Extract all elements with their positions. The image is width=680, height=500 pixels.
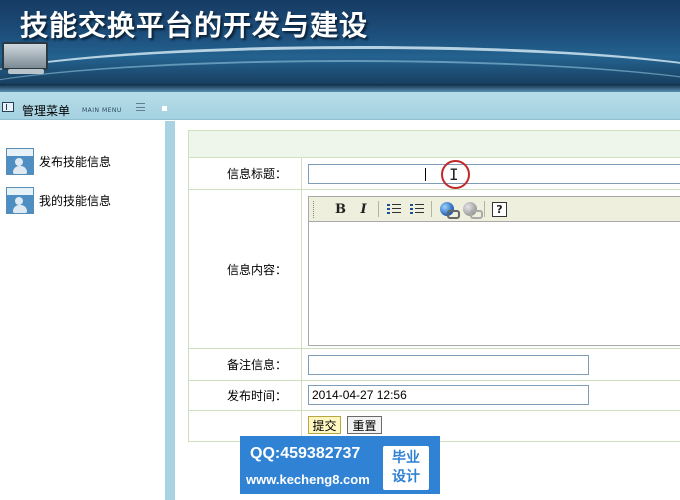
bold-button[interactable]: B <box>331 200 350 219</box>
sidebar-item-my-skills[interactable]: 我的技能信息 <box>6 186 156 214</box>
note-label: 备注信息： <box>189 349 302 380</box>
publish-form: 信息标题： 信息内容： B I ? 备注信息： 发布时间： 2014-04-27… <box>188 130 680 442</box>
form-row-title: 信息标题： <box>189 158 680 190</box>
sidebar-divider <box>165 121 175 500</box>
menu-lines-icon <box>136 103 145 111</box>
menu-bar: 管理菜单 MAIN MENU <box>0 92 680 120</box>
sidebar-item-label: 发布技能信息 <box>39 154 112 169</box>
form-row-time: 发布时间： 2014-04-27 12:56 <box>189 381 680 411</box>
italic-button[interactable]: I <box>354 200 373 219</box>
time-cell: 2014-04-27 12:56 <box>303 381 680 410</box>
text-caret <box>425 168 426 181</box>
time-label: 发布时间： <box>189 381 302 410</box>
submit-button[interactable]: 提交 <box>308 416 341 434</box>
watermark-qq: QQ:459382737 <box>250 445 361 462</box>
reset-button[interactable]: 重置 <box>347 416 382 434</box>
watermark-url: www.kecheng8.com <box>246 472 370 487</box>
banner-strip <box>0 84 680 92</box>
site-title: 技能交换平台的开发与建设 <box>20 9 369 42</box>
content-label: 信息内容： <box>189 190 302 348</box>
form-row-content: 信息内容： B I ? <box>189 190 680 349</box>
toolbar-separator <box>378 201 379 217</box>
sidebar-item-publish-skill[interactable]: 发布技能信息 <box>6 147 156 175</box>
watermark-badge-line1: 毕业 <box>392 450 420 466</box>
help-icon: ? <box>492 201 507 217</box>
monitor-icon <box>2 42 48 70</box>
watermark-badge: 毕业 设计 <box>383 446 429 490</box>
bulleted-list-icon <box>409 203 424 215</box>
note-cell <box>303 349 680 380</box>
menu-title: 管理菜单 <box>22 104 71 118</box>
toolbar-separator <box>484 201 485 217</box>
watermark: QQ:459382737 www.kecheng8.com 毕业 设计 <box>240 436 440 494</box>
rich-text-editor: B I ? <box>308 196 680 346</box>
watermark-badge-line2: 设计 <box>392 469 420 485</box>
user-icon <box>6 186 34 214</box>
title-label: 信息标题： <box>189 158 302 189</box>
note-input[interactable] <box>308 355 589 375</box>
bulleted-list-button[interactable] <box>407 200 426 219</box>
user-icon <box>6 147 34 175</box>
header-banner: 技能交换平台的开发与建设 <box>0 0 680 92</box>
editor-text-area[interactable] <box>309 222 680 345</box>
numbered-list-icon <box>386 203 401 215</box>
menu-square-icon <box>162 106 167 111</box>
toolbar-grip <box>313 200 317 218</box>
insert-link-button[interactable] <box>437 200 460 219</box>
monitor-stand-icon <box>8 69 44 74</box>
toolbar-separator <box>431 201 432 217</box>
sidebar-item-label: 我的技能信息 <box>39 193 112 208</box>
form-row-note: 备注信息： <box>189 349 680 381</box>
panel-icon <box>2 102 14 112</box>
ibeam-cursor-icon: I <box>449 165 459 184</box>
title-input[interactable] <box>308 164 680 184</box>
numbered-list-button[interactable] <box>384 200 403 219</box>
sidebar: 发布技能信息 我的技能信息 <box>0 121 165 500</box>
unlink-icon <box>462 202 483 219</box>
publish-time-input[interactable]: 2014-04-27 12:56 <box>308 385 589 405</box>
help-button[interactable]: ? <box>490 200 509 219</box>
menu-subtitle: MAIN MENU <box>82 107 122 114</box>
link-icon <box>439 202 460 219</box>
editor-toolbar: B I ? <box>309 197 680 222</box>
title-cell <box>303 158 680 189</box>
form-header <box>189 131 680 158</box>
remove-link-button[interactable] <box>460 200 483 219</box>
content-cell: B I ? <box>303 190 680 348</box>
